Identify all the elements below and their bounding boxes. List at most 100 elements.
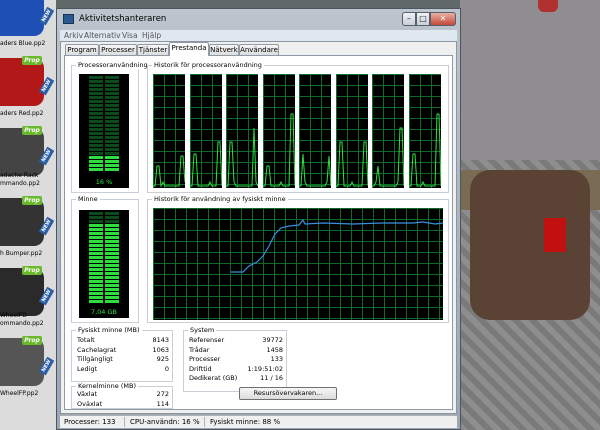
cpu-core-graph: [372, 74, 404, 188]
cpu-gauge-segment: [89, 156, 103, 159]
memory-gauge-segment: [89, 244, 103, 247]
memory-gauge-segment: [105, 244, 119, 247]
cpu-gauge-segment: [105, 164, 119, 167]
asset-tile[interactable]: Prop NEW WheelFP.pp2: [0, 336, 55, 404]
tab-prestanda[interactable]: Prestanda: [169, 42, 209, 56]
kernel-memory-value: 272: [156, 390, 169, 398]
minimize-button[interactable]: –: [402, 12, 416, 26]
memory-gauge-segment: [105, 240, 119, 243]
memory-history-title: Historik för användning av fysiskt minne: [152, 195, 288, 203]
asset-tile[interactable]: Prop NEW aders Red.pp2: [0, 56, 55, 124]
memory-gauge-segment: [105, 232, 119, 235]
system-label: Drifttid: [189, 364, 212, 373]
asset-label: WheelFD: [0, 312, 27, 319]
cpu-gauge-segment: [105, 140, 119, 143]
asset-label: mmando.pp2: [0, 180, 40, 187]
close-button[interactable]: ✕: [430, 12, 456, 26]
cpu-usage-value: 16 %: [95, 178, 113, 186]
memory-usage-bar: [89, 212, 119, 303]
prop-badge: Prop: [22, 266, 42, 275]
physical-memory-label: Cachelagrat: [77, 345, 117, 354]
memory-gauge-segment: [105, 264, 119, 267]
menu-item-arkiv[interactable]: Arkiv: [64, 31, 83, 40]
status-bar: Processer: 133 CPU-användn: 16 % Fysiskt…: [60, 415, 457, 428]
cpu-gauge-segment: [89, 136, 103, 139]
tab-natverk[interactable]: Nätverk: [209, 44, 239, 55]
memory-gauge-segment: [105, 280, 119, 283]
status-separator: [204, 417, 205, 427]
memory-gauge-segment: [105, 272, 119, 275]
system-value: 1:19:51:02: [247, 364, 283, 373]
cpu-gauge-segment: [105, 108, 119, 111]
memory-gauge-segment: [89, 228, 103, 231]
asset-thumbnail: [0, 268, 44, 316]
tab-program[interactable]: Program: [65, 44, 99, 55]
cpu-gauge-segment: [105, 128, 119, 131]
scene-selected-object[interactable]: [544, 218, 566, 252]
cpu-gauge-segment: [89, 128, 103, 131]
tab-tjanster[interactable]: Tjänster: [137, 44, 169, 55]
cpu-gauge-segment: [89, 160, 103, 163]
physical-memory-value: 0: [164, 364, 169, 373]
memory-gauge-segment: [89, 252, 103, 255]
memory-gauge-segment: [89, 296, 103, 299]
memory-gauge-segment: [105, 236, 119, 239]
memory-gauge-segment: [89, 280, 103, 283]
cpu-gauge-segment: [105, 156, 119, 159]
asset-thumbnail: [0, 128, 44, 176]
kernel-memory-value: 114: [156, 399, 169, 408]
tab-anvandare[interactable]: Användare: [239, 44, 279, 55]
asset-tile[interactable]: PropNEWaders Blue.pp2: [0, 0, 55, 54]
asset-label: aders Red.pp2: [0, 110, 44, 117]
prop-badge: Prop: [22, 196, 42, 205]
asset-thumbnail: [0, 58, 44, 106]
system-title: System: [188, 326, 217, 334]
asset-tile[interactable]: Prop NEW WheelFD ommando.pp2: [0, 266, 55, 334]
memory-gauge-segment: [89, 284, 103, 287]
scene-object[interactable]: [470, 170, 590, 320]
cpu-gauge-segment: [89, 76, 103, 79]
memory-history-group: Historik för användning av fysiskt minne: [147, 195, 449, 323]
menu-item-hjalp[interactable]: Hjälp: [142, 31, 161, 40]
memory-gauge-segment: [89, 276, 103, 279]
memory-gauge-segment: [105, 256, 119, 259]
menu-item-visa[interactable]: Visa: [122, 31, 138, 40]
title-bar[interactable]: Aktivitetshanteraren – □ ✕: [57, 9, 460, 29]
cpu-history-line: [299, 153, 331, 187]
cpu-gauge-segment: [105, 160, 119, 163]
cpu-history-line: [335, 141, 368, 187]
asset-tile[interactable]: Prop NEW h Bumper.pp2: [0, 196, 55, 264]
system-value: 133: [270, 355, 283, 363]
view-gizmo[interactable]: [538, 0, 558, 12]
cpu-usage-title: Processoranvändning: [76, 61, 150, 69]
memory-gauge-segment: [89, 264, 103, 267]
performance-panel: Processoranvändning 16 % Historik för pr…: [64, 55, 453, 410]
cpu-gauge-segment: [89, 116, 103, 119]
cpu-history-line: [262, 113, 295, 187]
menu-item-alternativ[interactable]: Alternativ: [84, 31, 121, 40]
memory-gauge-segment: [89, 292, 103, 295]
asset-tile[interactable]: Prop NEW adache Rack mmando.pp2: [0, 126, 55, 194]
asset-label: adache Rack: [0, 172, 39, 179]
system-label: Referenser: [189, 336, 225, 344]
memory-gauge-segment: [105, 252, 119, 255]
system-label: Dedikerat (GB): [189, 374, 238, 382]
memory-gauge-segment: [89, 248, 103, 251]
physical-memory-label: Tillgängligt: [77, 355, 113, 363]
memory-gauge-segment: [105, 228, 119, 231]
cpu-gauge-segment: [89, 124, 103, 127]
cpu-gauge-segment: [105, 144, 119, 147]
task-manager-icon: [63, 14, 74, 24]
prop-badge: Prop: [22, 336, 42, 345]
maximize-button[interactable]: □: [416, 12, 430, 26]
resource-monitor-button[interactable]: Resursövervakaren...: [239, 387, 337, 400]
cpu-gauge-segment: [89, 164, 103, 167]
tab-processer[interactable]: Processer: [99, 44, 137, 55]
status-separator: [124, 417, 125, 427]
memory-gauge-segment: [105, 216, 119, 219]
memory-gauge-segment: [105, 260, 119, 263]
cpu-gauge-segment: [105, 104, 119, 107]
cpu-gauge-segment: [89, 84, 103, 87]
cpu-core-graph: [408, 74, 441, 188]
task-manager-window: Aktivitetshanteraren – □ ✕ Arkiv Alterna…: [56, 8, 461, 430]
